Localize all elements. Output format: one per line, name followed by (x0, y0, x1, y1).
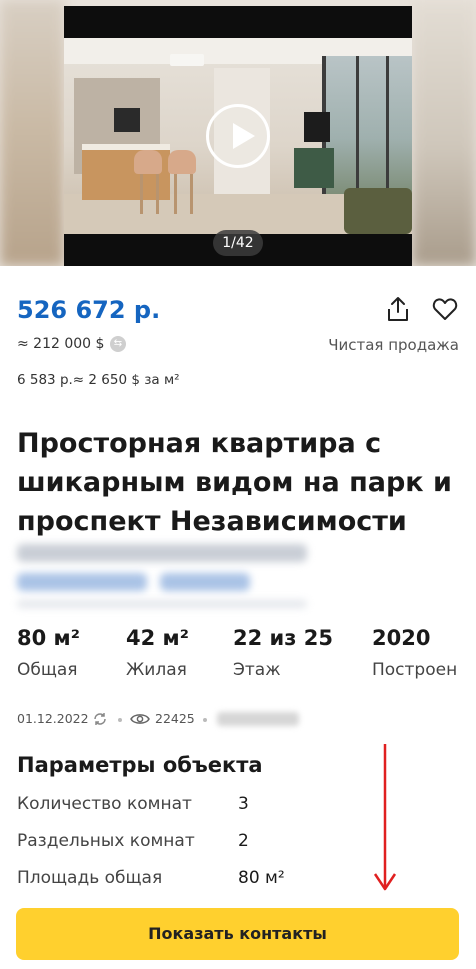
params-heading: Параметры объекта (17, 753, 263, 777)
views-count: 22425 (155, 711, 195, 726)
param-value: 3 (238, 794, 249, 814)
photo-gallery[interactable]: 1/42 (0, 0, 476, 266)
refresh-icon (94, 713, 106, 725)
stat-label: Этаж (233, 660, 281, 680)
show-contacts-button[interactable]: Показать контакты (16, 908, 459, 960)
stat-value: 22 из 25 (233, 626, 333, 650)
param-label: Количество комнат (17, 794, 192, 814)
sale-type-label: Чистая продажа (328, 336, 459, 354)
map-link-blurred[interactable] (17, 573, 147, 591)
separator-dot (118, 718, 122, 722)
stat-total-area: 80 м² Общая (17, 626, 80, 680)
heart-icon[interactable] (432, 297, 458, 321)
previous-photo-preview[interactable] (0, 0, 64, 266)
param-label: Раздельных комнат (17, 831, 195, 851)
stat-living-area: 42 м² Жилая (126, 626, 189, 680)
stat-year-built: 2020 Построен (372, 626, 457, 680)
photo-counter: 1/42 (213, 230, 263, 256)
listing-title: Просторная квартира с шикарным видом на … (17, 428, 452, 537)
stat-value: 80 м² (17, 626, 80, 650)
param-label: Площадь общая (17, 868, 163, 888)
stat-label: Жилая (126, 660, 187, 680)
price-main: 526 672 р. (17, 296, 161, 324)
listing-date: 01.12.2022 (17, 711, 89, 726)
share-icon[interactable] (386, 296, 410, 322)
eye-icon (130, 714, 150, 724)
separator-dot (203, 718, 207, 722)
play-icon[interactable] (206, 104, 270, 168)
address-blurred (17, 544, 307, 562)
address-extra-blurred (17, 600, 307, 608)
stat-floor: 22 из 25 Этаж (233, 626, 333, 680)
price-per-m2: 6 583 р.≈ 2 650 $ за м² (17, 372, 180, 388)
next-photo-preview[interactable] (412, 0, 476, 266)
red-annotation-arrow (373, 744, 397, 891)
param-value: 2 (238, 831, 249, 851)
stat-label: Построен (372, 660, 458, 680)
stat-label: Общая (17, 660, 78, 680)
stat-value: 2020 (372, 626, 431, 650)
currency-switch-icon[interactable]: ⇆ (110, 336, 126, 352)
stat-value: 42 м² (126, 626, 189, 650)
param-value: 80 м² (238, 868, 285, 888)
listing-id-blurred (217, 712, 299, 726)
video-preview[interactable] (64, 6, 412, 266)
district-link-blurred[interactable] (160, 573, 250, 591)
price-usd: ≈ 212 000 $ (17, 336, 105, 352)
